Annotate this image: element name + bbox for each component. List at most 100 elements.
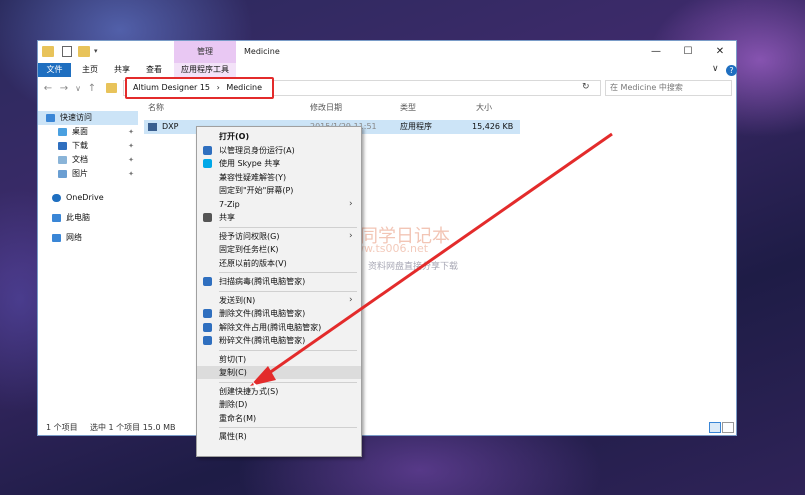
menu-separator xyxy=(219,226,357,228)
nav-label: 文档 xyxy=(72,155,88,164)
forward-icon[interactable]: → xyxy=(58,81,70,97)
breadcrumb-separator-icon: › xyxy=(216,83,220,92)
menu-item[interactable]: 删除(D) xyxy=(197,398,361,411)
delete-file-icon xyxy=(203,309,212,318)
menu-item[interactable]: 兼容性疑难解答(Y) xyxy=(197,171,361,184)
menu-separator xyxy=(219,349,357,351)
pin-icon: ✦ xyxy=(128,170,134,178)
customize-toolbar-icon[interactable]: ▾ xyxy=(94,46,100,57)
nav-quick-access[interactable]: 快速访问 xyxy=(38,111,138,125)
menu-item[interactable]: 以管理员身份运行(A) xyxy=(197,144,361,157)
nav-label: 网络 xyxy=(66,233,82,242)
menu-item[interactable]: 固定到"开始"屏幕(P) xyxy=(197,184,361,197)
file-size: 15,426 KB xyxy=(472,122,514,131)
menu-item[interactable]: 重命名(M) xyxy=(197,412,361,425)
up-icon[interactable]: ↑ xyxy=(86,81,98,97)
context-menu: 打开(O) 以管理员身份运行(A) 使用 Skype 共享 兼容性疑难解答(Y) 固定到… xyxy=(196,126,362,457)
menu-item[interactable]: 属性(R) xyxy=(197,430,361,443)
menu-item-label: 固定到"开始"屏幕(P) xyxy=(219,186,294,195)
menu-item[interactable]: 使用 Skype 共享 xyxy=(197,157,361,170)
column-header-size[interactable]: 大小 xyxy=(476,101,492,115)
nav-onedrive[interactable]: OneDrive xyxy=(38,191,138,205)
menu-item[interactable]: 粉碎文件(腾讯电脑管家) xyxy=(197,334,361,347)
cloud-icon xyxy=(52,194,61,202)
unlock-icon xyxy=(203,322,212,332)
document-icon xyxy=(58,156,67,164)
scan-icon xyxy=(203,277,212,286)
menu-item-label: 删除文件(腾讯电脑管家) xyxy=(219,309,306,318)
network-icon xyxy=(52,234,61,242)
minimize-button[interactable]: — xyxy=(640,41,672,63)
menu-item-label: 使用 Skype 共享 xyxy=(219,159,281,168)
menu-separator xyxy=(219,272,357,273)
nav-this-pc[interactable]: 此电脑 xyxy=(38,211,138,225)
nav-label: 下载 xyxy=(72,141,88,150)
status-bar: 1 个项目 选中 1 个项目 15.0 MB xyxy=(38,421,736,435)
menu-item[interactable]: 复制(C) xyxy=(197,366,361,379)
menu-item[interactable]: 7-Zip › xyxy=(197,198,361,211)
nav-downloads[interactable]: 下载 ✦ xyxy=(38,139,138,153)
share-icon xyxy=(203,213,212,222)
search-input[interactable]: 在 Medicine 中搜索 xyxy=(605,80,732,96)
menu-item-label: 扫描病毒(腾讯电脑管家) xyxy=(219,277,306,286)
nav-documents[interactable]: 文档 ✦ xyxy=(38,153,138,167)
desktop-icon xyxy=(58,128,67,136)
menu-item-label: 兼容性疑难解答(Y) xyxy=(219,172,287,182)
tab-application-tools[interactable]: 应用程序工具 xyxy=(174,63,236,77)
menu-item[interactable]: 剪切(T) xyxy=(197,353,361,366)
tab-file[interactable]: 文件 xyxy=(38,63,71,77)
properties-icon[interactable] xyxy=(62,46,72,57)
menu-item[interactable]: 授予访问权限(G) › xyxy=(197,230,361,243)
pin-icon: ✦ xyxy=(128,128,134,136)
nav-label: 图片 xyxy=(72,169,88,178)
nav-pictures[interactable]: 图片 ✦ xyxy=(38,167,138,181)
maximize-button[interactable]: ☐ xyxy=(672,41,704,63)
item-count: 1 个项目 xyxy=(46,423,78,432)
breadcrumb-altium[interactable]: Altium Designer 15 xyxy=(133,83,210,92)
back-icon[interactable]: ← xyxy=(42,81,54,97)
menu-item[interactable]: 固定到任务栏(K) xyxy=(197,243,361,256)
tab-home[interactable]: 主页 xyxy=(78,63,102,77)
new-folder-icon[interactable] xyxy=(78,46,90,57)
refresh-icon[interactable]: ↻ xyxy=(582,82,590,92)
menu-item[interactable]: 扫描病毒(腾讯电脑管家) xyxy=(197,275,361,288)
menu-item-label: 共享 xyxy=(219,213,235,222)
menu-item-label: 固定到任务栏(K) xyxy=(219,245,279,254)
column-header-name[interactable]: 名称 xyxy=(148,101,164,115)
recent-locations-icon[interactable]: ∨ xyxy=(72,81,84,97)
ribbon-tabs: 文件 主页 共享 查看 应用程序工具 ∨ xyxy=(38,63,736,77)
pin-icon: ✦ xyxy=(128,156,134,164)
expand-ribbon-icon[interactable]: ∨ xyxy=(712,64,719,74)
close-button[interactable]: ✕ xyxy=(704,41,736,63)
column-header-type[interactable]: 类型 xyxy=(400,101,416,115)
details-view-icon[interactable] xyxy=(709,422,721,433)
menu-item[interactable]: 发送到(N) › xyxy=(197,294,361,307)
menu-item[interactable]: 还原以前的版本(V) xyxy=(197,257,361,270)
menu-item-label: 重命名(M) xyxy=(219,413,257,423)
menu-item[interactable]: 解除文件占用(腾讯电脑管家) xyxy=(197,321,361,334)
menu-item-label: 删除(D) xyxy=(219,400,248,409)
nav-network[interactable]: 网络 xyxy=(38,231,138,245)
breadcrumb[interactable]: Altium Designer 15 › Medicine xyxy=(125,77,275,99)
menu-item[interactable]: 共享 xyxy=(197,211,361,224)
help-icon[interactable]: ? xyxy=(726,65,737,76)
submenu-arrow-icon: › xyxy=(349,198,353,209)
menu-item[interactable]: 删除文件(腾讯电脑管家) xyxy=(197,307,361,320)
nav-label: OneDrive xyxy=(66,193,104,202)
submenu-arrow-icon: › xyxy=(349,294,353,305)
window-title: Medicine xyxy=(244,47,280,56)
menu-separator xyxy=(219,381,357,383)
folder-icon xyxy=(42,46,54,57)
menu-item-label: 属性(R) xyxy=(219,432,247,441)
download-icon xyxy=(58,142,67,150)
tab-share[interactable]: 共享 xyxy=(110,63,134,77)
menu-item[interactable]: 打开(O) xyxy=(197,130,361,143)
large-icons-view-icon[interactable] xyxy=(722,422,734,433)
nav-desktop[interactable]: 桌面 ✦ xyxy=(38,125,138,139)
selection-info: 选中 1 个项目 15.0 MB xyxy=(90,423,176,432)
address-bar-row: ← → ∨ ↑ Altium Designer 15 › Medicine ↻ … xyxy=(38,77,736,99)
menu-item[interactable]: 创建快捷方式(S) xyxy=(197,385,361,398)
breadcrumb-medicine[interactable]: Medicine xyxy=(226,83,262,92)
column-header-date[interactable]: 修改日期 xyxy=(310,101,342,115)
tab-view[interactable]: 查看 xyxy=(142,63,166,77)
